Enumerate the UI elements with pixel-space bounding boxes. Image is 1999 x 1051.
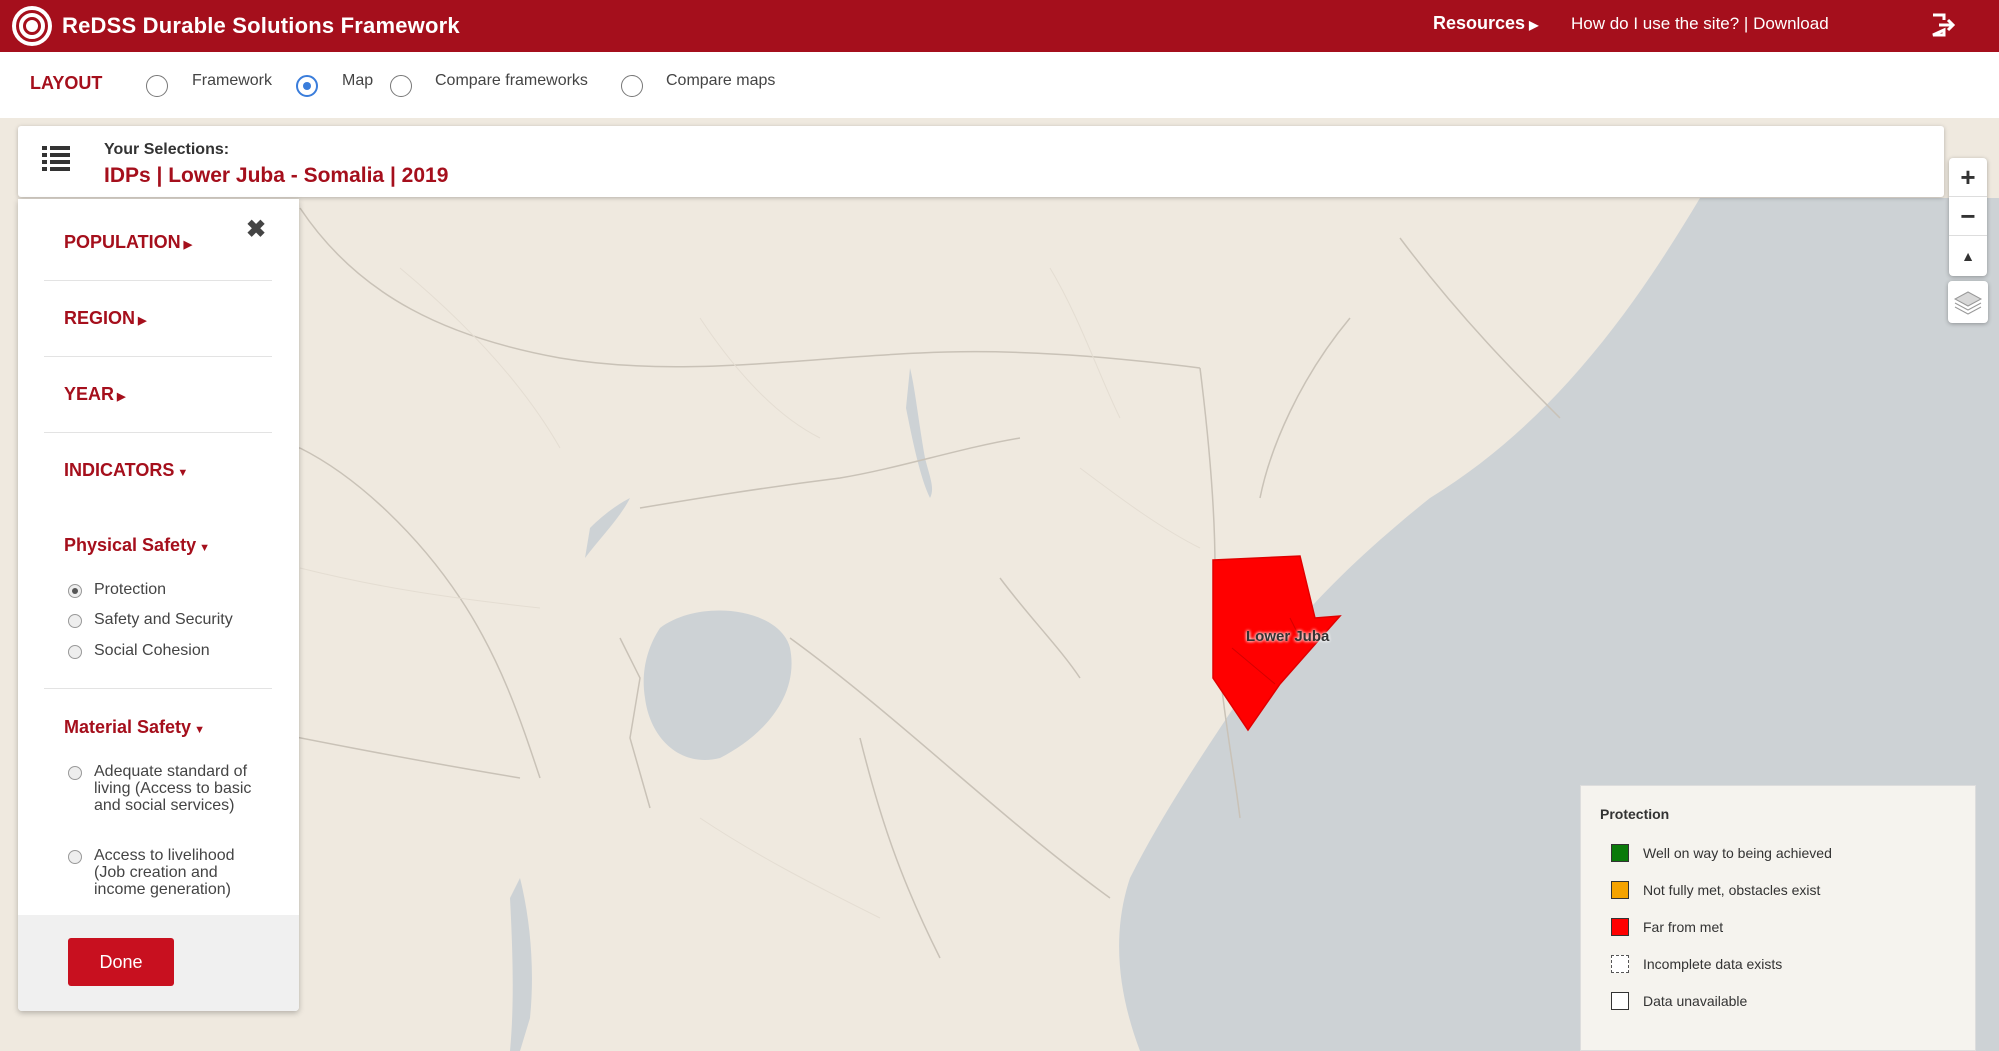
legend-swatch-empty: [1611, 992, 1629, 1010]
option-label: Access to livelihood (Job creation and i…: [94, 847, 235, 898]
legend-label: Well on way to being achieved: [1643, 845, 1832, 861]
legend-item: Far from met: [1611, 918, 1723, 936]
legend-label: Incomplete data exists: [1643, 956, 1783, 972]
option-radio[interactable]: [68, 614, 82, 628]
layout-label-compare-frameworks: Compare frameworks: [435, 72, 588, 89]
group-material-safety[interactable]: Material Safety ▼: [64, 717, 205, 738]
logout-icon[interactable]: [1929, 11, 1957, 39]
legend-label: Far from met: [1643, 919, 1724, 935]
zoom-out-icon[interactable]: −: [1949, 197, 1987, 236]
help-download-links[interactable]: How do I use the site? | Download: [1571, 14, 1829, 34]
option-label: Adequate standard of living (Access to b…: [94, 763, 252, 814]
resources-label: Resources: [1433, 13, 1526, 33]
divider: [44, 432, 272, 433]
top-bar: ReDSS Durable Solutions Framework Resour…: [0, 0, 1999, 52]
legend-item: Well on way to being achieved: [1611, 844, 1832, 862]
close-icon[interactable]: ✖: [246, 215, 266, 244]
caret-right-icon: ▶: [1529, 18, 1539, 32]
layout-label-framework: Framework: [192, 72, 273, 89]
selections-bar: Your Selections: IDPs | Lower Juba - Som…: [18, 126, 1944, 197]
compass-icon[interactable]: ▲: [1949, 236, 1987, 275]
option-radio[interactable]: [68, 584, 82, 598]
physical-safety-label: Physical Safety: [64, 535, 197, 555]
section-year-label: YEAR: [64, 384, 115, 404]
option-label: Safety and Security: [94, 611, 233, 628]
legend-title: Protection: [1600, 806, 1670, 822]
filter-panel: ✖ POPULATION ▶ REGION ▶ YEAR ▶ INDICATORS ▼ …: [18, 199, 299, 1011]
option-protection[interactable]: Protection: [68, 581, 166, 598]
material-safety-label: Material Safety: [64, 717, 192, 737]
layout-label-compare-maps: Compare maps: [666, 72, 776, 89]
layout-radio-map[interactable]: [296, 75, 318, 97]
map-region-label-lower-juba[interactable]: Lower Juba: [1246, 628, 1329, 645]
legend-swatch-orange: [1611, 881, 1629, 899]
layout-radio-framework[interactable]: [146, 75, 168, 97]
caret-right-icon: ▶: [183, 239, 193, 251]
legend-item: Data unavailable: [1611, 992, 1747, 1010]
section-population[interactable]: POPULATION ▶: [64, 232, 192, 253]
logo-icon[interactable]: [12, 6, 52, 46]
menu-list-icon[interactable]: [40, 142, 72, 174]
section-region-label: REGION: [64, 308, 136, 328]
option-access-to-livelihood[interactable]: Access to livelihood (Job creation and i…: [68, 847, 268, 898]
option-adequate-standard-of-living[interactable]: Adequate standard of living (Access to b…: [68, 763, 268, 814]
legend-item: Incomplete data exists: [1611, 955, 1782, 973]
map-zoom-controls: + − ▲: [1949, 158, 1987, 276]
section-year[interactable]: YEAR ▶: [64, 384, 125, 405]
option-social-cohesion[interactable]: Social Cohesion: [68, 642, 210, 659]
caret-right-icon: ▶: [138, 315, 147, 327]
group-physical-safety[interactable]: Physical Safety ▼: [64, 535, 210, 556]
map-legend: Protection Well on way to being achieved…: [1580, 785, 1976, 1051]
caret-down-icon: ▼: [199, 542, 210, 554]
legend-swatch-red: [1611, 918, 1629, 936]
layout-radio-compare-maps[interactable]: [621, 75, 643, 97]
panel-footer: Done: [18, 915, 299, 1011]
option-radio[interactable]: [68, 645, 82, 659]
layout-label: LAYOUT: [30, 73, 103, 93]
legend-swatch-green: [1611, 844, 1629, 862]
divider: [44, 356, 272, 357]
divider: [44, 688, 272, 689]
option-label: Protection: [94, 581, 167, 598]
legend-swatch-dashed: [1611, 955, 1629, 973]
caret-right-icon: ▶: [117, 391, 126, 403]
legend-label: Not fully met, obstacles exist: [1643, 882, 1821, 898]
legend-item: Not fully met, obstacles exist: [1611, 881, 1820, 899]
option-radio[interactable]: [68, 766, 82, 780]
zoom-in-icon[interactable]: +: [1949, 158, 1987, 197]
caret-down-icon: ▼: [177, 467, 189, 479]
section-region[interactable]: REGION ▶: [64, 308, 146, 329]
selections-label: Your Selections:: [104, 141, 230, 158]
layers-icon[interactable]: [1948, 281, 1988, 323]
selections-value: IDPs | Lower Juba - Somalia | 2019: [104, 164, 449, 187]
section-population-label: POPULATION: [64, 232, 181, 252]
section-indicators-label: INDICATORS: [64, 460, 175, 480]
divider: [44, 280, 272, 281]
option-safety-and-security[interactable]: Safety and Security: [68, 611, 233, 628]
done-button[interactable]: Done: [68, 938, 174, 986]
legend-label: Data unavailable: [1643, 993, 1748, 1009]
option-radio[interactable]: [68, 850, 82, 864]
app-title[interactable]: ReDSS Durable Solutions Framework: [62, 13, 460, 39]
layout-radio-compare-frameworks[interactable]: [390, 75, 412, 97]
section-indicators[interactable]: INDICATORS ▼: [64, 460, 188, 481]
option-label: Social Cohesion: [94, 642, 210, 659]
caret-down-icon: ▼: [194, 724, 205, 736]
resources-menu[interactable]: Resources ▶: [1433, 13, 1538, 34]
layout-label-map: Map: [342, 72, 374, 89]
layout-bar: LAYOUT Framework Map Compare frameworks …: [0, 52, 1999, 118]
